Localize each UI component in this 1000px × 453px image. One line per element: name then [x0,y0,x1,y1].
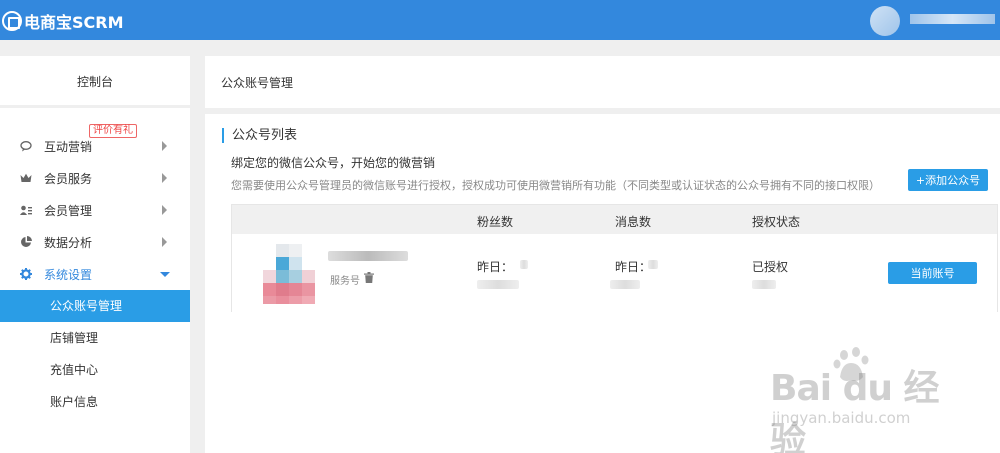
logo-icon [2,11,22,31]
column-header-messages: 消息数 [615,215,652,229]
section-title: 公众号列表 [222,128,297,143]
sidebar-item-data-analysis[interactable]: 数据分析 [0,226,190,258]
avatar[interactable] [870,6,900,36]
member-list-icon [20,204,32,216]
auth-date-blurred [752,280,776,289]
submenu-item-store-management[interactable]: 店铺管理 [0,322,190,354]
sidebar-item-label: 数据分析 [44,235,93,250]
account-type-label: 服务号 [330,276,360,287]
crown-icon [20,172,32,184]
submenu-item-account-info[interactable]: 账户信息 [0,386,190,418]
sidebar-item-label: 互动营销 [44,139,93,154]
submenu-item-recharge-center[interactable]: 充值中心 [0,354,190,386]
submenu-item-public-account[interactable]: 公众账号管理 [0,290,190,322]
column-header-auth-status: 授权状态 [752,215,801,229]
main-header: 公众账号管理 [205,56,1000,108]
user-name-blurred [910,14,995,24]
app-title: 电商宝SCRM [24,13,124,32]
sidebar-item-label: 会员服务 [44,171,93,186]
fans-yesterday-value-blurred [520,260,528,269]
chevron-down-icon [160,272,170,277]
gear-icon [20,268,32,280]
user-menu[interactable] [870,0,1000,40]
authorization-description: 您需要使用公众号管理员的微信账号进行授权，授权成功可使用微营销所有功能（不同类型… [231,179,880,192]
chevron-right-icon [162,205,167,215]
fans-total-value-blurred [477,280,519,289]
column-header-fans: 粉丝数 [477,215,514,229]
sidebar-item-label: 会员管理 [44,203,93,218]
baidu-jingyan-watermark: Bai du 经验 jingyan.baidu.com [770,345,950,453]
account-name-blurred [328,251,408,261]
sidebar-item-member-service[interactable]: 会员服务 [0,162,190,194]
fans-yesterday-label: 昨日： [477,260,514,274]
current-account-button[interactable]: 当前账号 [888,262,977,284]
messages-yesterday-value-blurred [648,260,658,269]
add-public-account-button[interactable]: +添加公众号 [908,169,988,191]
account-avatar-blurred [263,244,315,304]
trash-icon[interactable] [364,272,374,283]
top-bar: 电商宝SCRM [0,0,1000,40]
watermark-brand: Bai du 经验 [770,368,940,453]
chevron-right-icon [162,173,167,183]
chevron-right-icon [162,141,167,151]
messages-yesterday-label: 昨日： [615,260,652,274]
sidebar-header[interactable]: 控制台 [0,56,190,108]
pie-chart-icon [20,236,32,248]
table-row: 服务号 昨日： 昨日： 已授权 当前账号 [232,234,997,312]
bind-instruction: 绑定您的微信公众号，开始您的微营销 [231,156,436,170]
watermark-url: jingyan.baidu.com [772,409,911,427]
app-logo[interactable]: 电商宝SCRM [2,9,124,33]
table-header: 粉丝数 消息数 授权状态 [232,205,997,234]
chat-bubble-icon [20,140,32,152]
sidebar: 控制台 互动营销 评价有礼 会员服务 会员管理 数据分析 系统设置 公众账号管理… [0,56,190,453]
sidebar-item-member-management[interactable]: 会员管理 [0,194,190,226]
auth-status-text: 已授权 [752,260,789,274]
page-title: 公众账号管理 [221,76,294,90]
sidebar-item-interactive-marketing[interactable]: 互动营销 评价有礼 [0,124,190,162]
promo-badge: 评价有礼 [89,124,137,138]
sidebar-item-system-settings[interactable]: 系统设置 [0,258,190,290]
sidebar-item-label: 系统设置 [44,267,93,282]
chevron-right-icon [162,237,167,247]
messages-total-value-blurred [610,280,640,289]
sidebar-menu: 互动营销 评价有礼 会员服务 会员管理 数据分析 系统设置 公众账号管理 店铺管… [0,124,190,418]
account-table: 粉丝数 消息数 授权状态 服务号 昨日： 昨日： 已授权 当前账号 [231,204,998,312]
